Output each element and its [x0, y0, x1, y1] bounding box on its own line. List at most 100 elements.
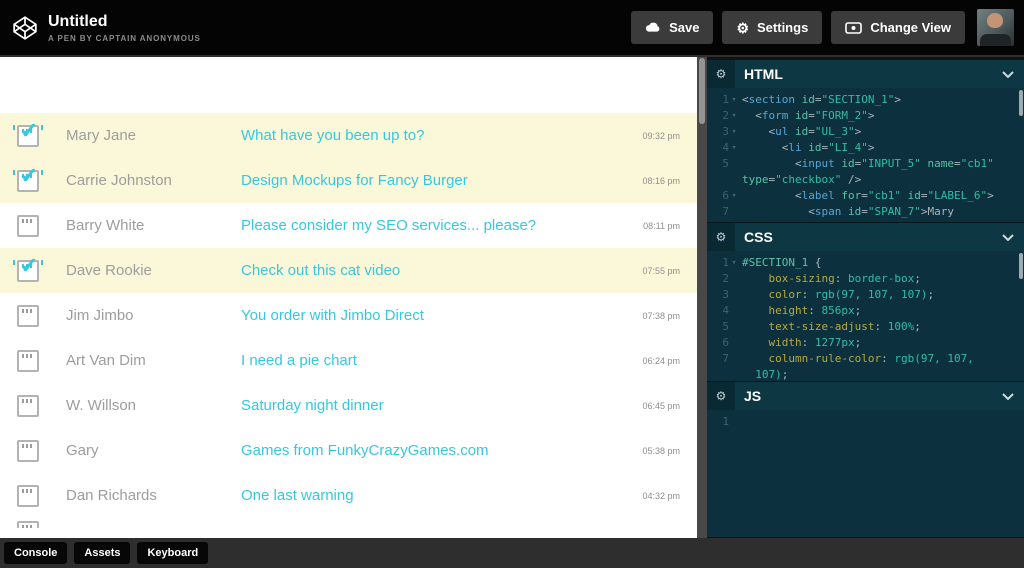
checkbox-dashes-icon [22, 219, 34, 223]
line-number: 6 [717, 188, 729, 204]
gear-icon: ⚙ [736, 22, 749, 34]
code-text: <ul id="UL_3"> [739, 124, 861, 140]
email-row[interactable]: ✓ Dan Richards One last warning 04:32 pm [0, 473, 697, 518]
email-subject-link[interactable]: Please consider my SEO services... pleas… [241, 217, 643, 234]
email-subject-link[interactable]: Saturday night dinner [241, 397, 642, 414]
email-row[interactable]: ✓ [0, 518, 697, 528]
line-number: 7 [717, 351, 729, 367]
code-line: 1 ▾ #SECTION_1 { [707, 255, 1024, 271]
email-subject-link[interactable]: Check out this cat video [241, 262, 642, 279]
editor-panel-header[interactable]: ⚙ HTML [707, 60, 1024, 88]
save-button[interactable]: Save [631, 11, 713, 44]
pen-title-block: Untitled A PEN BY CAPTAIN ANONYMOUS [48, 13, 201, 43]
fold-arrow-icon[interactable]: ▾ [729, 255, 739, 271]
sender-name: Mary Jane [66, 127, 241, 144]
gear-icon[interactable]: ⚙ [707, 382, 735, 410]
settings-button-label: Settings [757, 20, 808, 35]
checkbox-dashes-icon [22, 489, 34, 493]
console-button[interactable]: Console [4, 542, 67, 564]
change-view-icon [845, 22, 862, 34]
editor-panel-header[interactable]: ⚙ JS [707, 382, 1024, 410]
keyboard-button[interactable]: Keyboard [137, 542, 208, 564]
fold-arrow-icon[interactable]: ▾ [729, 108, 739, 124]
fold-arrow-icon[interactable]: ▾ [729, 140, 739, 156]
checkbox-dashes-icon [22, 399, 34, 403]
codepen-logo-icon[interactable] [12, 15, 38, 41]
email-row[interactable]: ✓ Mary Jane What have you been up to? 09… [0, 113, 697, 158]
change-view-button[interactable]: Change View [831, 11, 965, 44]
email-subject-link[interactable]: You order with Jimbo Direct [241, 307, 642, 324]
code-line: 2 ▾ <form id="FORM_2"> [707, 108, 1024, 124]
email-subject-link[interactable]: Games from FunkyCrazyGames.com [241, 442, 642, 459]
checkbox[interactable]: ✓ [17, 125, 39, 147]
code-text: <label for="cb1" id="LABEL_6"> [739, 188, 994, 204]
checkbox[interactable]: ✓ [17, 440, 39, 462]
code-text: width: 1277px; [739, 335, 861, 351]
editor-panel-header[interactable]: ⚙ CSS [707, 223, 1024, 251]
email-row[interactable]: ✓ Carrie Johnston Design Mockups for Fan… [0, 158, 697, 203]
code-text: color: rgb(97, 107, 107); [739, 287, 934, 303]
email-row[interactable]: ✓ Barry White Please consider my SEO ser… [0, 203, 697, 248]
code-text: <section id="SECTION_1"> [739, 92, 901, 108]
chevron-down-icon[interactable] [1002, 234, 1014, 241]
line-gutter: 1 ▾ [707, 255, 739, 271]
email-subject-link[interactable]: What have you been up to? [241, 127, 642, 144]
sender-name: Barry White [66, 217, 241, 234]
checkbox[interactable]: ✓ [17, 260, 39, 282]
line-gutter: 6 ▾ [707, 335, 739, 351]
line-gutter: 1 ▾ [707, 92, 739, 108]
codepen-editor-page: Untitled A PEN BY CAPTAIN ANONYMOUS Save… [0, 0, 1024, 568]
checkbox[interactable]: ✓ [17, 170, 39, 192]
change-view-button-label: Change View [870, 20, 951, 35]
email-row[interactable]: ✓ W. Willson Saturday night dinner 06:45… [0, 383, 697, 428]
checkbox[interactable]: ✓ [17, 395, 39, 417]
checkbox[interactable]: ✓ [17, 485, 39, 507]
line-number: 7 [717, 204, 729, 220]
checkbox-dashes-icon [22, 444, 34, 448]
fold-arrow-icon[interactable]: ▾ [729, 92, 739, 108]
fold-arrow-icon[interactable]: ▾ [729, 124, 739, 140]
code-editor[interactable]: 1 ▾ [707, 410, 1024, 537]
line-number: 3 [717, 287, 729, 303]
email-row[interactable]: ✓ Jim Jimbo You order with Jimbo Direct … [0, 293, 697, 338]
gear-icon[interactable]: ⚙ [707, 60, 735, 88]
assets-button[interactable]: Assets [74, 542, 130, 564]
chevron-down-icon[interactable] [1002, 393, 1014, 400]
line-number: 5 [717, 319, 729, 335]
cloud-icon [645, 22, 661, 33]
line-number: 4 [717, 140, 729, 156]
email-subject-link[interactable]: Design Mockups for Fancy Burger [241, 172, 642, 189]
email-time: 05:38 pm [642, 446, 680, 456]
preview-pane: ✓ Mary Jane What have you been up to? 09… [0, 57, 697, 538]
line-gutter: 2 ▾ [707, 108, 739, 124]
pane-resizer-handle[interactable] [697, 57, 707, 538]
check-icon: ✓ [20, 163, 38, 189]
checkbox[interactable]: ✓ [17, 215, 39, 237]
fold-arrow-icon[interactable]: ▾ [729, 188, 739, 204]
email-time: 08:11 pm [643, 221, 680, 231]
line-gutter: 7 ▾ [707, 351, 739, 367]
line-number: 2 [717, 108, 729, 124]
code-line: 2 ▾ box-sizing: border-box; [707, 271, 1024, 287]
email-row[interactable]: ✓ Gary Games from FunkyCrazyGames.com 05… [0, 428, 697, 473]
chevron-down-icon[interactable] [1002, 71, 1014, 78]
email-row[interactable]: ✓ Art Van Dim I need a pie chart 06:24 p… [0, 338, 697, 383]
line-gutter: 2 ▾ [707, 271, 739, 287]
checkbox[interactable]: ✓ [17, 521, 39, 528]
user-avatar[interactable] [977, 9, 1014, 46]
email-subject-link[interactable]: One last warning [241, 487, 642, 504]
gear-icon[interactable]: ⚙ [707, 223, 735, 251]
settings-button[interactable]: ⚙ Settings [722, 11, 822, 44]
code-editor[interactable]: 1 ▾ #SECTION_1 { 2 ▾ box-sizing: border-… [707, 251, 1024, 381]
email-subject-link[interactable]: I need a pie chart [241, 352, 642, 369]
code-line: 4 ▾ <li id="LI_4"> [707, 140, 1024, 156]
code-text: <form id="FORM_2"> [739, 108, 874, 124]
checkbox[interactable]: ✓ [17, 350, 39, 372]
checkbox[interactable]: ✓ [17, 305, 39, 327]
email-list: ✓ Mary Jane What have you been up to? 09… [0, 113, 697, 528]
code-editor[interactable]: 1 ▾ <section id="SECTION_1"> 2 ▾ <form i… [707, 88, 1024, 222]
check-icon: ✓ [20, 118, 38, 144]
line-number: 6 [717, 335, 729, 351]
save-button-label: Save [669, 20, 699, 35]
email-row[interactable]: ✓ Dave Rookie Check out this cat video 0… [0, 248, 697, 293]
